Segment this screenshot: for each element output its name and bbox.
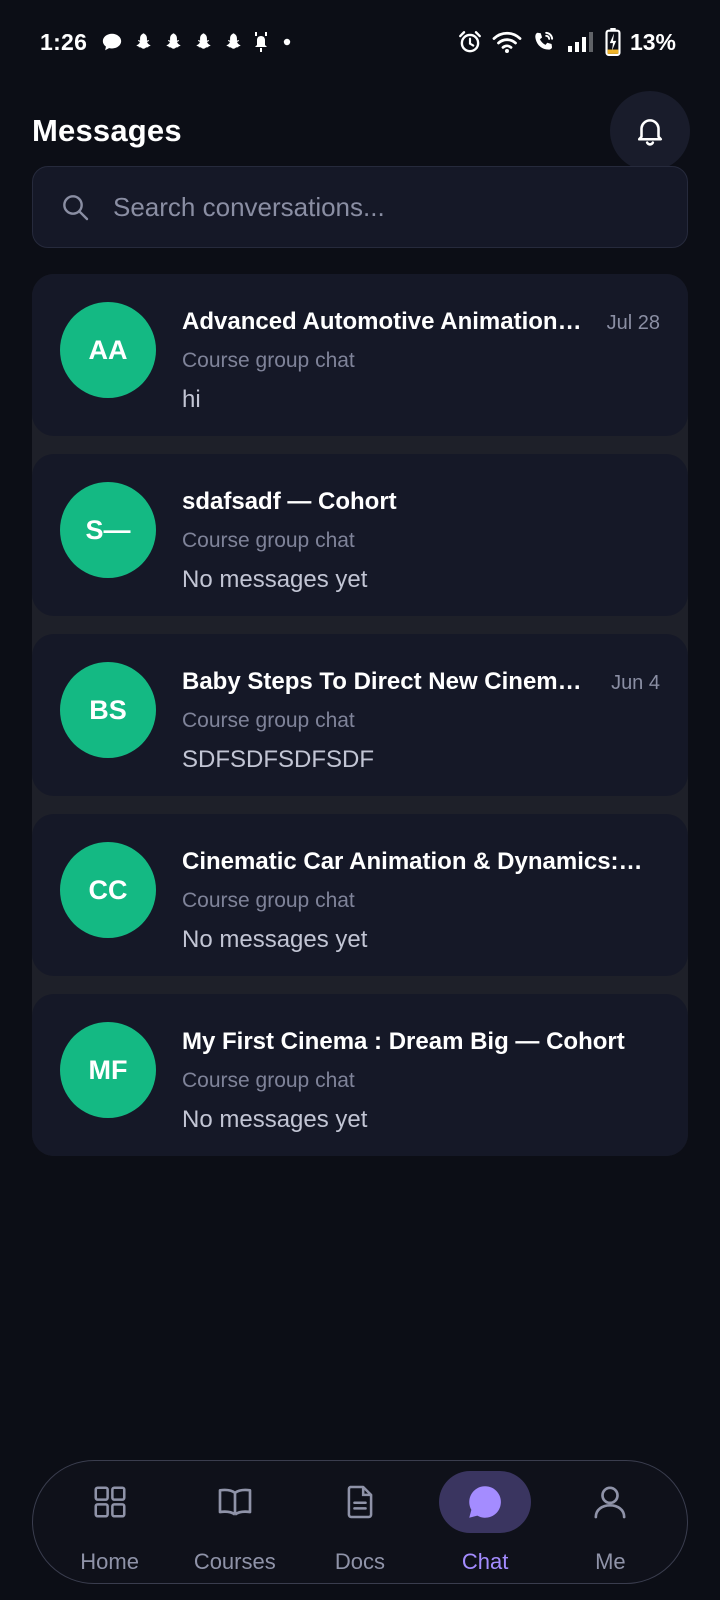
nav-label: Home — [80, 1549, 139, 1574]
page-title: Messages — [32, 113, 182, 148]
search-box[interactable] — [32, 166, 688, 248]
chat-bubble-icon — [439, 1471, 532, 1533]
conversation-subtitle: Course group chat — [182, 709, 355, 732]
conversation-header: Cinematic Car Animation & Dynamics:… — [182, 848, 660, 876]
avatar: AA — [60, 302, 156, 398]
avatar: S— — [60, 482, 156, 578]
conversation-list: AA Advanced Automotive Animation… Jul 28… — [32, 274, 688, 1156]
conversation-title: Advanced Automotive Animation… — [182, 308, 582, 335]
user-icon — [564, 1471, 656, 1533]
conversation-header: sdafsadf — Cohort — [182, 488, 660, 516]
conversation-preview: No messages yet — [182, 926, 368, 953]
conversation-item[interactable]: CC Cinematic Car Animation & Dynamics:… … — [32, 814, 688, 976]
battery-percentage: 13% — [629, 28, 676, 55]
notification-icons — [101, 31, 295, 53]
snapchat-icon — [136, 33, 151, 49]
conversation-subtitle: Course group chat — [182, 529, 355, 552]
conversation-header: My First Cinema : Dream Big — Cohort — [182, 1028, 660, 1056]
status-left: 1:26 — [40, 29, 295, 56]
conversation-body: My First Cinema : Dream Big — Cohort Cou… — [182, 1028, 660, 1134]
nav-item-chat[interactable]: Chat — [427, 1461, 543, 1583]
conversation-body: Cinematic Car Animation & Dynamics:… Cou… — [182, 848, 660, 954]
conversation-body: Advanced Automotive Animation… Jul 28 Co… — [182, 308, 660, 414]
document-icon — [314, 1471, 406, 1533]
nav-label: Chat — [461, 1549, 509, 1574]
snapchat-icon — [196, 33, 211, 49]
status-time: 1:26 — [40, 28, 88, 55]
alarm-icon — [459, 31, 481, 53]
conversation-preview: hi — [182, 386, 201, 413]
nav-label: Docs — [334, 1549, 386, 1574]
status-right: 13% — [457, 28, 676, 56]
conversation-item[interactable]: S— sdafsadf — Cohort Course group chat N… — [32, 454, 688, 616]
nav-item-courses[interactable]: Courses — [177, 1461, 293, 1583]
wifi-icon — [492, 31, 522, 53]
conversation-title: My First Cinema : Dream Big — Cohort — [182, 1028, 625, 1055]
nav-item-home[interactable]: Home — [52, 1461, 168, 1583]
search-icon — [59, 191, 91, 223]
battery-charging-icon — [605, 28, 621, 56]
conversation-item[interactable]: MF My First Cinema : Dream Big — Cohort … — [32, 994, 688, 1156]
conversation-body: sdafsadf — Cohort Course group chat No m… — [182, 488, 660, 594]
nav-label: Courses — [193, 1549, 276, 1574]
nav-label: Me — [595, 1549, 626, 1574]
dot-icon — [284, 38, 291, 46]
conversation-date: Jun 4 — [611, 672, 660, 694]
notifications-button[interactable] — [610, 91, 690, 171]
signal-icon — [567, 32, 593, 52]
book-icon — [189, 1471, 281, 1533]
nav-item-me[interactable]: Me — [552, 1461, 668, 1583]
snapchat-icon — [226, 33, 241, 49]
conversation-subtitle: Course group chat — [182, 1069, 355, 1092]
search-input[interactable] — [113, 191, 687, 223]
conversation-preview: No messages yet — [182, 1106, 368, 1133]
nav-item-docs[interactable]: Docs — [302, 1461, 418, 1583]
avatar: CC — [60, 842, 156, 938]
conversation-body: Baby Steps To Direct New Cinem… Jun 4 Co… — [182, 668, 660, 774]
app-notification-icon — [255, 32, 268, 52]
conversation-date: Jul 28 — [606, 312, 660, 334]
status-bar: 1:26 13% — [0, 0, 720, 84]
snapchat-icon — [166, 33, 181, 49]
conversation-subtitle: Course group chat — [182, 889, 355, 912]
conversation-title: Baby Steps To Direct New Cinem… — [182, 668, 582, 695]
wifi-calling-icon — [535, 31, 554, 50]
conversation-preview: SDFSDFSDFSDF — [182, 746, 374, 773]
chat-bubble-icon — [103, 33, 122, 51]
conversation-subtitle: Course group chat — [182, 349, 355, 372]
grid-icon — [64, 1471, 156, 1533]
bell-icon — [637, 119, 663, 146]
conversation-preview: No messages yet — [182, 566, 368, 593]
conversation-title: Cinematic Car Animation & Dynamics:… — [182, 848, 643, 875]
conversation-title: sdafsadf — Cohort — [182, 488, 397, 515]
conversation-item[interactable]: BS Baby Steps To Direct New Cinem… Jun 4… — [32, 634, 688, 796]
conversation-item[interactable]: AA Advanced Automotive Animation… Jul 28… — [32, 274, 688, 436]
conversation-header: Baby Steps To Direct New Cinem… Jun 4 — [182, 668, 660, 696]
header: Messages — [32, 90, 690, 172]
conversation-header: Advanced Automotive Animation… Jul 28 — [182, 308, 660, 336]
bottom-nav: Home Courses Docs Chat Me — [32, 1460, 688, 1584]
avatar: MF — [60, 1022, 156, 1118]
avatar: BS — [60, 662, 156, 758]
